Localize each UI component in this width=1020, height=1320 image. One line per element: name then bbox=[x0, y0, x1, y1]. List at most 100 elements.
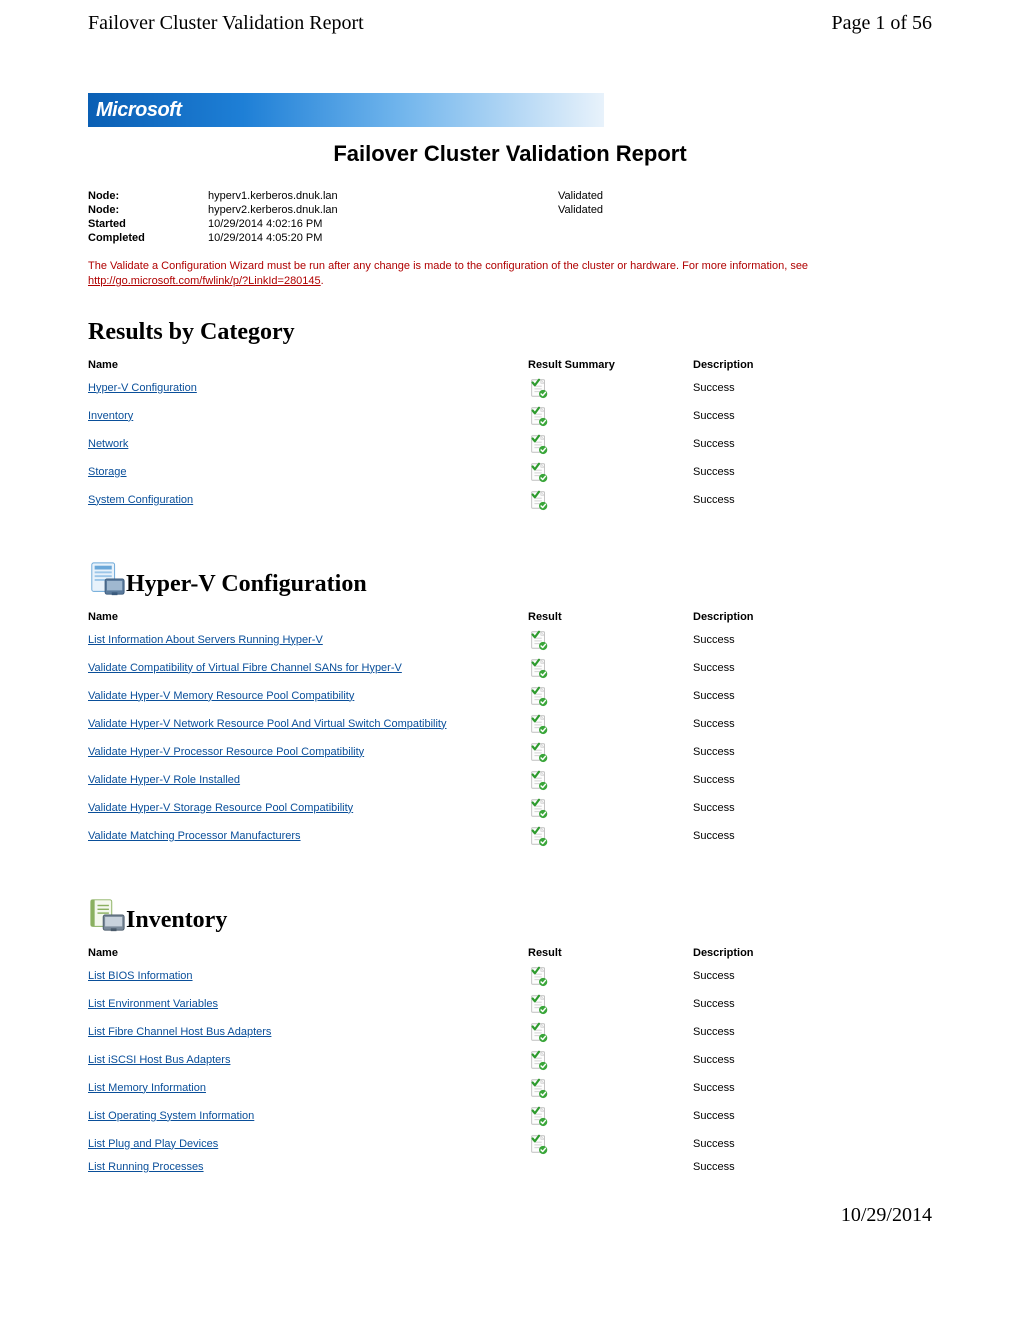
table-row: Validate Hyper-V Memory Resource Pool Co… bbox=[88, 682, 932, 710]
result-name-link[interactable]: List Memory Information bbox=[88, 1082, 206, 1094]
meta-row: Started10/29/2014 4:02:16 PM bbox=[88, 217, 932, 231]
col-header-result: Result bbox=[528, 608, 693, 626]
meta-label: Node: bbox=[88, 203, 208, 217]
col-header-name: Name bbox=[88, 356, 528, 374]
table-row: List Running Processes Success bbox=[88, 1158, 932, 1176]
result-description: Success bbox=[693, 682, 932, 710]
table-row: Network Success bbox=[88, 430, 932, 458]
result-description: Success bbox=[693, 1158, 932, 1176]
meta-label: Started bbox=[88, 217, 208, 231]
microsoft-banner: Microsoft bbox=[88, 93, 604, 127]
table-row: Validate Hyper-V Network Resource Pool A… bbox=[88, 710, 932, 738]
col-header-desc: Description bbox=[693, 944, 932, 962]
warning-text: The Validate a Configuration Wizard must… bbox=[88, 260, 808, 272]
table-row: Hyper-V Configuration Success bbox=[88, 374, 932, 402]
result-name-link[interactable]: Inventory bbox=[88, 410, 133, 422]
success-icon bbox=[528, 797, 550, 819]
success-icon bbox=[528, 825, 550, 847]
result-name-link[interactable]: Storage bbox=[88, 466, 127, 478]
col-header-name: Name bbox=[88, 608, 528, 626]
warning-note: The Validate a Configuration Wizard must… bbox=[88, 259, 932, 289]
page-header-paging: Page 1 of 56 bbox=[831, 12, 932, 35]
meta-value: hyperv1.kerberos.dnuk.lan bbox=[208, 189, 558, 203]
col-header-result: Result bbox=[528, 944, 693, 962]
result-name-link[interactable]: Validate Hyper-V Role Installed bbox=[88, 774, 240, 786]
meta-row: Completed10/29/2014 4:05:20 PM bbox=[88, 231, 932, 245]
success-icon bbox=[528, 1077, 550, 1099]
result-name-link[interactable]: Validate Hyper-V Processor Resource Pool… bbox=[88, 746, 364, 758]
success-icon bbox=[528, 685, 550, 707]
result-description: Success bbox=[693, 738, 932, 766]
page-footer-date: 10/29/2014 bbox=[0, 1176, 1020, 1237]
table-row: StorageSuccess bbox=[88, 458, 932, 486]
result-description: Success bbox=[693, 374, 932, 402]
result-name-link[interactable]: System Configuration bbox=[88, 494, 193, 506]
result-name-link[interactable]: Network bbox=[88, 438, 128, 450]
result-description: Success bbox=[693, 626, 932, 654]
table-row: List Plug and Play Devices Success bbox=[88, 1130, 932, 1158]
result-name-link[interactable]: List Information About Servers Running H… bbox=[88, 634, 323, 646]
table-row: Validate Hyper-V Storage Resource Pool C… bbox=[88, 794, 932, 822]
result-name-link[interactable]: List Plug and Play Devices bbox=[88, 1138, 218, 1150]
result-name-link[interactable]: List Environment Variables bbox=[88, 998, 218, 1010]
result-description: Success bbox=[693, 430, 932, 458]
result-name-link[interactable]: Validate Hyper-V Network Resource Pool A… bbox=[88, 718, 446, 730]
table-row: List Memory InformationSuccess bbox=[88, 1074, 932, 1102]
table-row: List iSCSI Host Bus AdaptersSuccess bbox=[88, 1046, 932, 1074]
success-icon bbox=[528, 629, 550, 651]
table-row: Inventory Success bbox=[88, 402, 932, 430]
result-name-link[interactable]: List Operating System Information bbox=[88, 1110, 254, 1122]
meta-row: Node:hyperv1.kerberos.dnuk.lanValidated bbox=[88, 189, 932, 203]
meta-row: Node:hyperv2.kerberos.dnuk.lanValidated bbox=[88, 203, 932, 217]
meta-label: Completed bbox=[88, 231, 208, 245]
col-header-name: Name bbox=[88, 944, 528, 962]
result-description: Success bbox=[693, 654, 932, 682]
table-row: Validate Compatibility of Virtual Fibre … bbox=[88, 654, 932, 682]
result-description: Success bbox=[693, 794, 932, 822]
table-row: List Operating System Information Success bbox=[88, 1102, 932, 1130]
result-description: Success bbox=[693, 1102, 932, 1130]
result-name-link[interactable]: Validate Hyper-V Memory Resource Pool Co… bbox=[88, 690, 354, 702]
table-row: List Information About Servers Running H… bbox=[88, 626, 932, 654]
categories-table: Name Result Summary Description Hyper-V … bbox=[88, 356, 932, 514]
report-title: Failover Cluster Validation Report bbox=[88, 141, 932, 167]
inventory-section-icon bbox=[88, 896, 126, 934]
report-meta-table: Node:hyperv1.kerberos.dnuk.lanValidatedN… bbox=[88, 189, 932, 245]
hyperv-heading-text: Hyper-V Configuration bbox=[126, 571, 367, 598]
warning-link[interactable]: http://go.microsoft.com/fwlink/p/?LinkId… bbox=[88, 275, 321, 287]
result-name-link[interactable]: Validate Hyper-V Storage Resource Pool C… bbox=[88, 802, 353, 814]
result-name-link[interactable]: Validate Compatibility of Virtual Fibre … bbox=[88, 662, 402, 674]
meta-status: Validated bbox=[558, 189, 932, 203]
table-row: Validate Matching Processor Manufacturer… bbox=[88, 822, 932, 850]
result-name-link[interactable]: List Running Processes bbox=[88, 1161, 204, 1173]
success-icon bbox=[528, 433, 550, 455]
page-header-title: Failover Cluster Validation Report bbox=[88, 12, 364, 35]
col-header-desc: Description bbox=[693, 356, 932, 374]
result-description: Success bbox=[693, 1018, 932, 1046]
result-name-link[interactable]: List iSCSI Host Bus Adapters bbox=[88, 1054, 230, 1066]
success-icon bbox=[528, 657, 550, 679]
result-description: Success bbox=[693, 1130, 932, 1158]
result-description: Success bbox=[693, 486, 932, 514]
result-name-link[interactable]: List Fibre Channel Host Bus Adapters bbox=[88, 1026, 271, 1038]
result-description: Success bbox=[693, 766, 932, 794]
meta-label: Node: bbox=[88, 189, 208, 203]
result-name-link[interactable]: List BIOS Information bbox=[88, 970, 193, 982]
result-description: Success bbox=[693, 822, 932, 850]
success-icon bbox=[528, 741, 550, 763]
table-row: Validate Hyper-V Processor Resource Pool… bbox=[88, 738, 932, 766]
success-icon bbox=[528, 1105, 550, 1127]
col-header-result: Result Summary bbox=[528, 356, 693, 374]
result-description: Success bbox=[693, 402, 932, 430]
success-icon bbox=[528, 1133, 550, 1155]
success-icon bbox=[528, 461, 550, 483]
section-heading-hyperv: Hyper-V Configuration bbox=[88, 560, 932, 598]
result-name-link[interactable]: Hyper-V Configuration bbox=[88, 382, 197, 394]
result-description: Success bbox=[693, 990, 932, 1018]
result-description: Success bbox=[693, 710, 932, 738]
meta-status bbox=[558, 217, 932, 231]
success-icon bbox=[528, 489, 550, 511]
table-row: List BIOS Information Success bbox=[88, 962, 932, 990]
result-description: Success bbox=[693, 962, 932, 990]
result-name-link[interactable]: Validate Matching Processor Manufacturer… bbox=[88, 830, 301, 842]
